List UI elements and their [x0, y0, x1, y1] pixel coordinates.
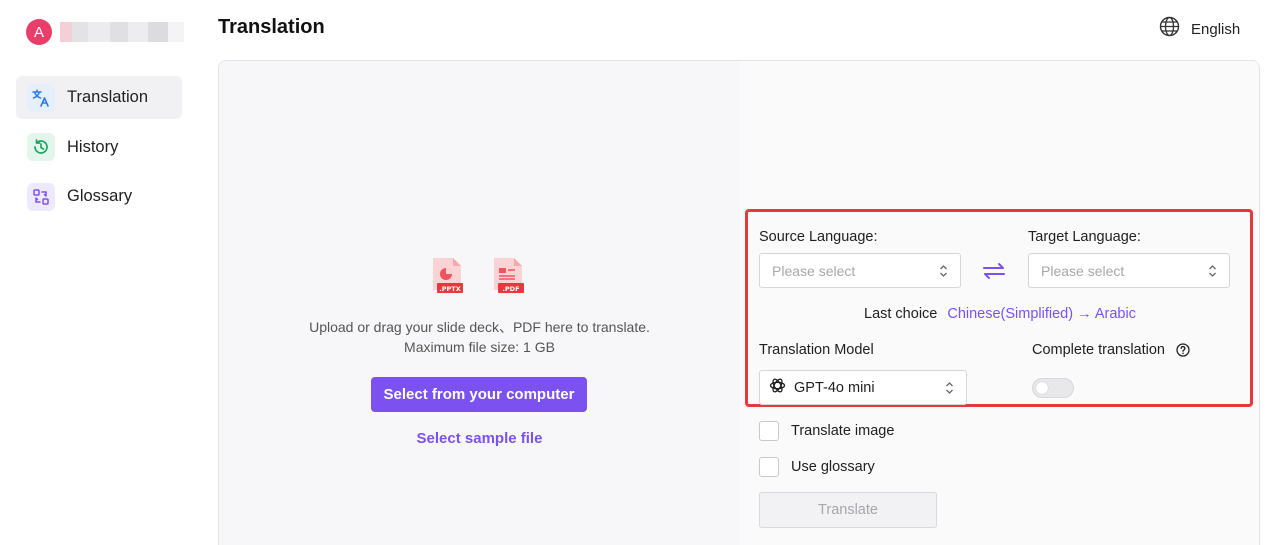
source-language-select[interactable]: Please select	[759, 253, 961, 288]
toggle-knob	[1036, 382, 1048, 394]
model-name: GPT-4o mini	[794, 379, 875, 396]
upload-instructions: Upload or drag your slide deck、PDF here …	[219, 317, 740, 357]
upload-dropzone[interactable]: .PPTX .PDF Upload or drag your slide dec…	[219, 61, 740, 545]
openai-logo-icon	[769, 377, 786, 399]
upload-hint: Upload or drag your slide deck、PDF here …	[309, 319, 650, 335]
use-glossary-label: Use glossary	[791, 459, 875, 475]
sidebar-item-glossary[interactable]: Glossary	[16, 175, 182, 218]
complete-translation-toggle[interactable]	[1032, 378, 1074, 398]
sidebar-item-label: Translation	[67, 88, 149, 106]
avatar[interactable]: A	[26, 19, 52, 45]
translation-model-label: Translation Model	[759, 342, 874, 358]
target-language-label: Target Language:	[1028, 229, 1141, 245]
max-file-size: Maximum file size: 1 GB	[404, 339, 555, 355]
translate-icon	[27, 83, 55, 112]
swap-languages-icon[interactable]	[981, 262, 1007, 285]
user-profile[interactable]: A	[26, 19, 184, 45]
app-root: A Translation History Glossary Translati…	[0, 0, 1280, 545]
translate-image-checkbox[interactable]	[759, 421, 779, 441]
sidebar: A Translation History Glossary	[0, 0, 200, 545]
chevron-updown-icon	[939, 264, 948, 281]
page-title: Translation	[218, 16, 325, 38]
pptx-file-icon: .PPTX	[431, 256, 465, 301]
history-icon	[27, 133, 55, 161]
svg-text:.PDF: .PDF	[502, 285, 519, 293]
sidebar-item-translation[interactable]: Translation	[16, 76, 182, 119]
sidebar-item-label: History	[67, 137, 119, 156]
translate-button[interactable]: Translate	[759, 492, 937, 528]
translation-model-select[interactable]: GPT-4o mini	[759, 370, 967, 405]
globe-icon	[1159, 16, 1180, 42]
help-icon[interactable]	[1176, 343, 1190, 362]
language-label: English	[1191, 20, 1241, 38]
sidebar-nav: Translation History Glossary	[16, 76, 182, 225]
use-glossary-option[interactable]: Use glossary	[759, 457, 875, 477]
translate-image-option[interactable]: Translate image	[759, 421, 894, 441]
target-language-placeholder: Please select	[1041, 262, 1125, 279]
sidebar-item-label: Glossary	[67, 187, 133, 205]
last-choice-label: Last choice	[864, 306, 938, 322]
file-type-icons: .PPTX .PDF	[431, 256, 553, 301]
select-sample-file-link[interactable]: Select sample file	[219, 430, 740, 447]
glossary-icon	[27, 182, 55, 211]
source-language-placeholder: Please select	[772, 262, 856, 279]
target-language-select[interactable]: Please select	[1028, 253, 1230, 288]
sidebar-item-history[interactable]: History	[16, 126, 182, 169]
last-choice: Last choice Chinese(Simplified) → Arabic	[864, 306, 1136, 322]
last-choice-link[interactable]: Chinese(Simplified) → Arabic	[947, 306, 1136, 322]
svg-text:.PPTX: .PPTX	[439, 285, 460, 293]
pdf-file-icon: .PDF	[492, 256, 526, 301]
select-from-computer-button[interactable]: Select from your computer	[371, 377, 587, 412]
blurred-username	[60, 22, 184, 42]
source-language-label: Source Language:	[759, 229, 878, 245]
translate-image-label: Translate image	[791, 423, 895, 439]
complete-translation-label: Complete translation	[1032, 342, 1165, 358]
chevron-updown-icon	[945, 381, 954, 400]
use-glossary-checkbox[interactable]	[759, 457, 779, 477]
language-switcher[interactable]: English	[1159, 16, 1240, 42]
chevron-updown-icon	[1208, 264, 1217, 281]
